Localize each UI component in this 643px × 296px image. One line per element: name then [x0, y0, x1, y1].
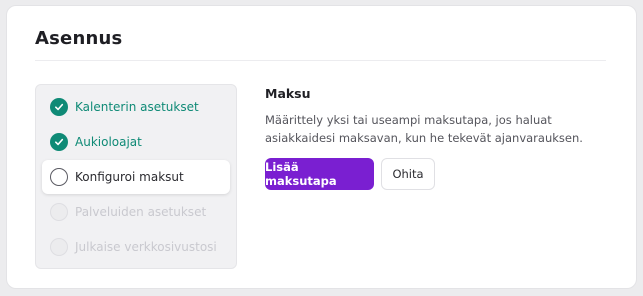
- check-circle-icon: [50, 98, 68, 116]
- step-label: Kalenterin asetukset: [75, 100, 199, 114]
- step-label: Palveluiden asetukset: [75, 205, 207, 219]
- step-label: Konfiguroi maksut: [75, 170, 184, 184]
- skip-button[interactable]: Ohita: [381, 158, 435, 190]
- add-payment-method-button[interactable]: Lisää maksutapa: [265, 158, 374, 190]
- check-circle-icon: [50, 133, 68, 151]
- empty-circle-icon: [50, 168, 68, 186]
- section-description: Määrittely yksi tai useampi maksutapa, j…: [265, 113, 583, 145]
- disabled-circle-icon: [50, 238, 68, 256]
- step-service-settings: Palveluiden asetukset: [42, 195, 230, 229]
- page-title: Asennus: [35, 28, 123, 49]
- title-divider: [35, 60, 606, 61]
- step-calendar-settings[interactable]: Kalenterin asetukset: [42, 90, 230, 124]
- step-label: Julkaise verkkosivustosi: [75, 240, 217, 254]
- step-configure-payments[interactable]: Konfiguroi maksut: [42, 160, 230, 194]
- section-title: Maksu: [265, 86, 311, 101]
- setup-card: Asennus Kalenterin asetukset Aukioloajat…: [6, 5, 637, 289]
- step-publish-website: Julkaise verkkosivustosi: [42, 230, 230, 264]
- payment-section: Maksu Määrittely yksi tai useampi maksut…: [265, 86, 615, 190]
- action-buttons: Lisää maksutapa Ohita: [265, 158, 435, 190]
- disabled-circle-icon: [50, 203, 68, 221]
- setup-steps-panel: Kalenterin asetukset Aukioloajat Konfigu…: [35, 84, 237, 269]
- step-opening-hours[interactable]: Aukioloajat: [42, 125, 230, 159]
- step-label: Aukioloajat: [75, 135, 142, 149]
